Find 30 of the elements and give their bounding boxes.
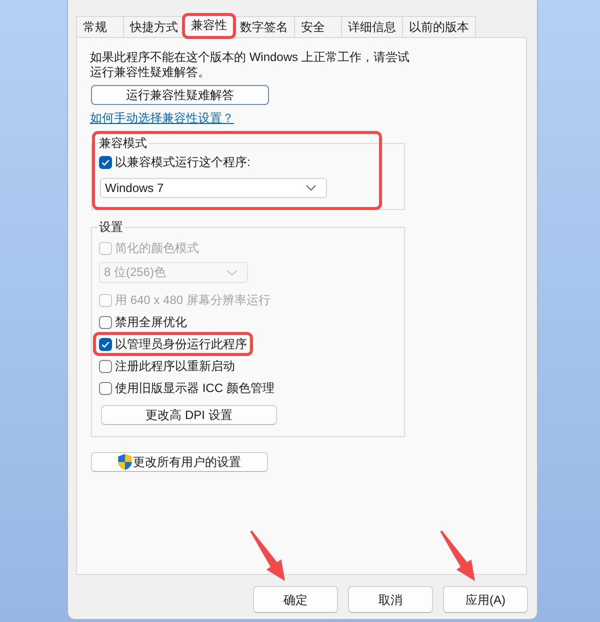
checkbox-option[interactable]: 以兼容模式运行这个程序: <box>99 151 250 173</box>
shield-icon <box>118 454 132 470</box>
checkbox-option[interactable]: 注册此程序以重新启动 <box>99 355 235 377</box>
tab[interactable]: 以前的版本 <box>402 16 476 37</box>
apply-button[interactable]: 应用(A) <box>443 586 528 613</box>
all-users-button[interactable]: 更改所有用户的设置 <box>91 452 268 472</box>
version-dropdown[interactable]: Windows 7 <box>100 178 327 198</box>
tab[interactable]: 安全 <box>294 16 342 37</box>
tab[interactable]: 详细信息 <box>341 16 403 37</box>
cancel-button[interactable]: 取消 <box>348 586 433 613</box>
chevron-down-icon <box>306 185 316 191</box>
group-title: 设置 <box>98 220 124 235</box>
checkbox-option[interactable]: 使用旧版显示器 ICC 颜色管理 <box>99 377 274 399</box>
checkbox-option[interactable]: 禁用全屏优化 <box>99 311 187 333</box>
checkbox-icon[interactable] <box>99 382 112 394</box>
tab[interactable]: 常规 <box>76 16 124 37</box>
troubleshoot-button[interactable]: 运行兼容性疑难解答 <box>91 85 269 105</box>
group-title: 兼容模式 <box>98 136 148 151</box>
ok-button[interactable]: 确定 <box>253 586 338 613</box>
high-dpi-button[interactable]: 更改高 DPI 设置 <box>101 405 277 425</box>
help-link[interactable]: 如何手动选择兼容性设置？ <box>90 111 234 126</box>
checkbox-icon[interactable] <box>99 156 112 168</box>
checkbox-icon[interactable] <box>99 338 112 350</box>
description-text: 如果此程序不能在这个版本的 Windows 上正常工作，请尝试运行兼容性疑难解答。 <box>90 50 410 80</box>
chevron-down-icon <box>227 270 237 276</box>
tab[interactable]: 数字签名 <box>233 16 295 37</box>
tab[interactable]: 快捷方式 <box>123 16 185 37</box>
checkbox-icon[interactable] <box>99 360 112 372</box>
checkbox-icon[interactable] <box>99 316 112 328</box>
checkbox-option[interactable]: 以管理员身份运行此程序 <box>99 333 247 355</box>
